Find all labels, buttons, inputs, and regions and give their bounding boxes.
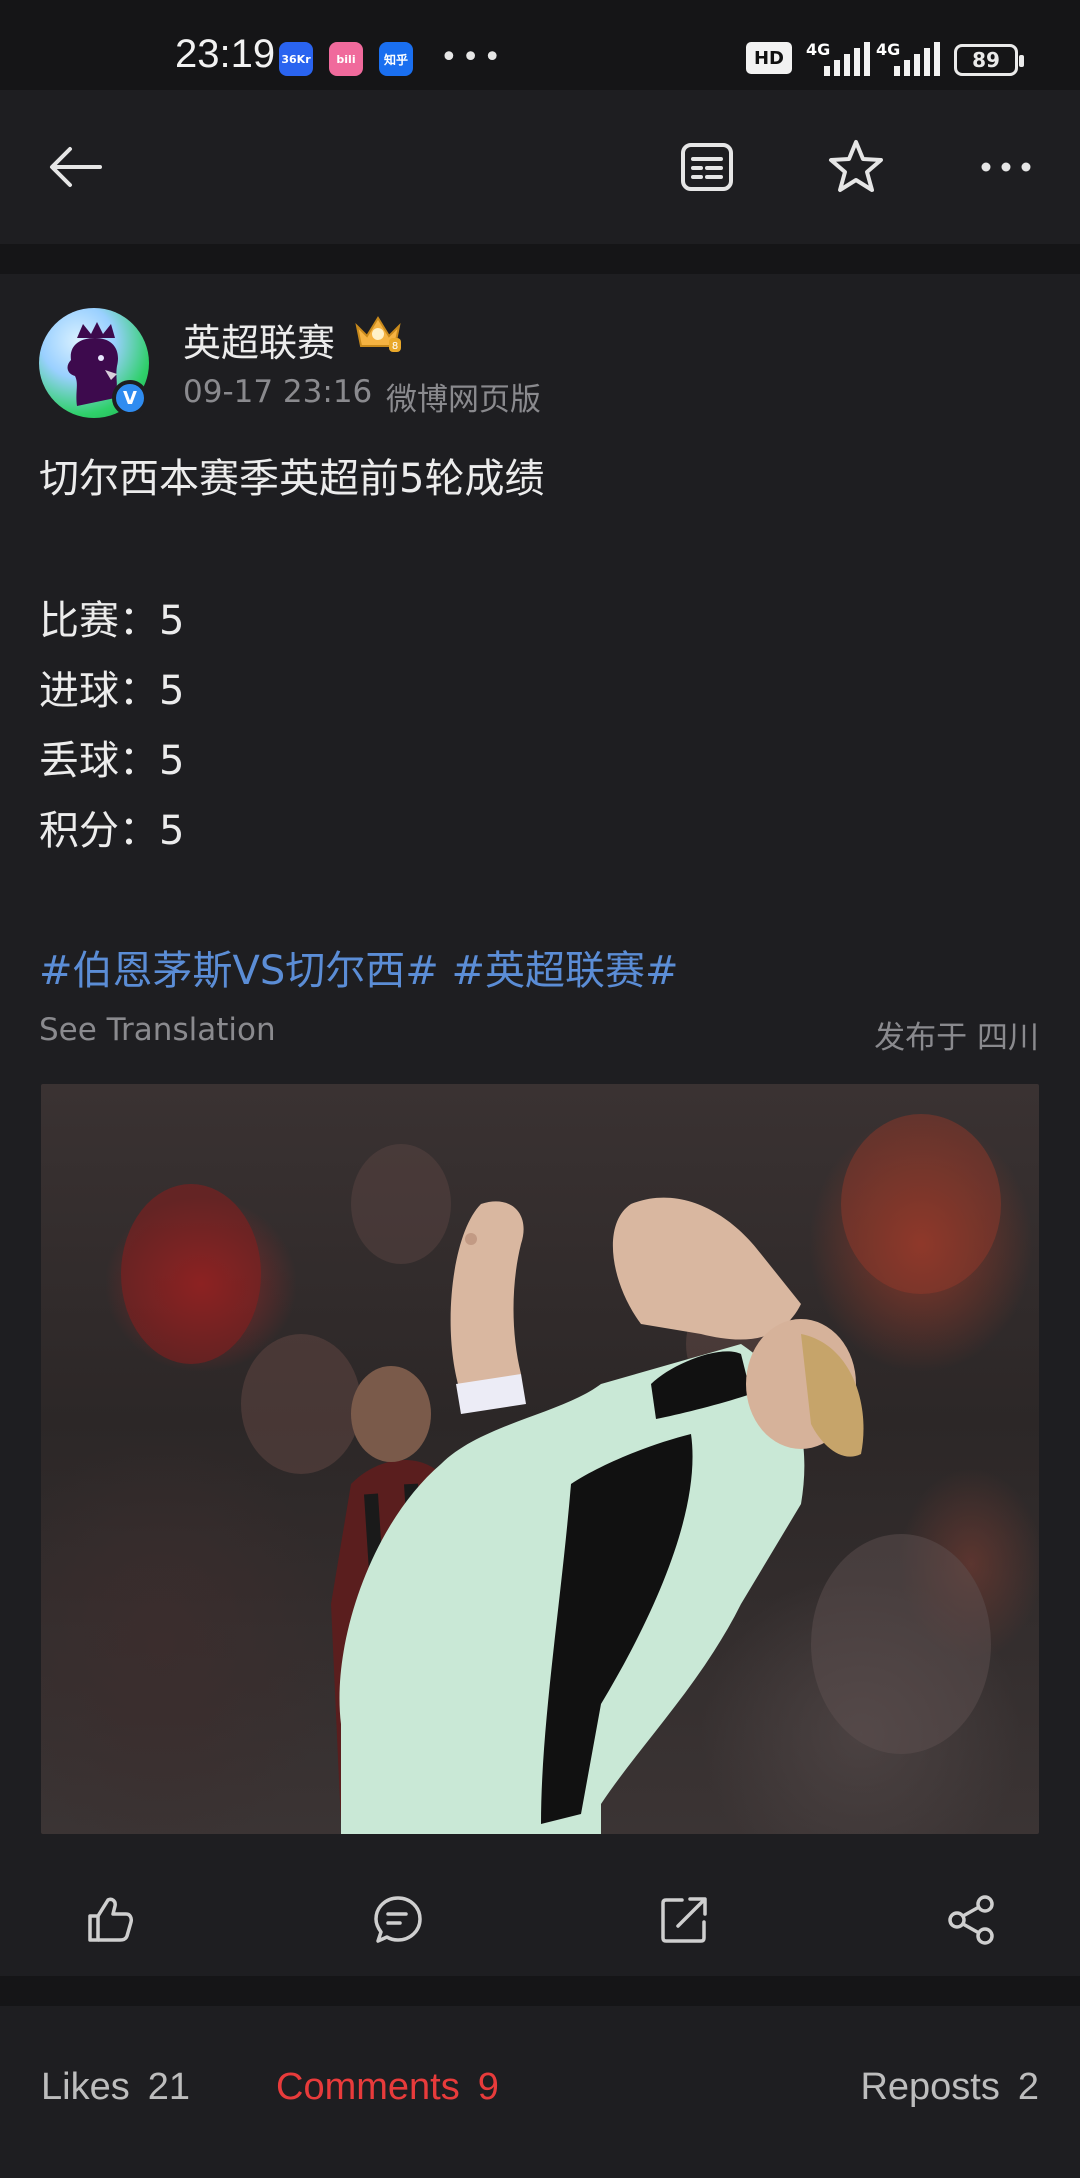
favorite-button[interactable] bbox=[824, 135, 888, 199]
more-options-button[interactable] bbox=[974, 135, 1038, 199]
tab-reposts-count: 2 bbox=[1017, 2066, 1039, 2108]
tab-reposts[interactable]: Reposts 2 bbox=[860, 2066, 1039, 2109]
post-actions-bar bbox=[0, 1868, 1080, 1976]
status-time: 23:19 bbox=[175, 32, 276, 76]
star-icon bbox=[829, 140, 883, 192]
svg-text:8: 8 bbox=[392, 341, 398, 352]
hd-label: HD bbox=[753, 47, 784, 69]
app-bilibili-icon: bili bbox=[329, 42, 363, 76]
thumb-up-icon bbox=[88, 1897, 133, 1942]
tab-reposts-label: Reposts bbox=[860, 2066, 1000, 2108]
back-button[interactable] bbox=[44, 135, 108, 199]
tab-comments-label: Comments bbox=[276, 2066, 460, 2108]
engagement-tabs: Likes 21 Comments 9 Reposts 2 bbox=[0, 2006, 1080, 2178]
post-stat-points: 积分：5 bbox=[39, 808, 185, 854]
post-stat-matches: 比赛：5 bbox=[39, 598, 185, 644]
hd-voice-icon: HD bbox=[746, 42, 792, 74]
repost-icon bbox=[661, 1897, 707, 1943]
tab-likes[interactable]: Likes 21 bbox=[41, 2066, 190, 2109]
comment-icon bbox=[374, 1896, 422, 1943]
post-hashtags[interactable]: #伯恩茅斯VS切尔西# #英超联赛# bbox=[39, 938, 679, 996]
repost-button[interactable] bbox=[652, 1888, 716, 1952]
member-crown-icon[interactable]: 8 bbox=[353, 312, 403, 356]
app-bilibili-label: bili bbox=[336, 52, 356, 66]
post-stat-goals-for: 进球：5 bbox=[39, 668, 185, 714]
share-icon bbox=[948, 1895, 994, 1945]
tab-comments-count: 9 bbox=[477, 2066, 499, 2108]
app-36kr-label: 36Kr bbox=[281, 52, 311, 66]
post-card: V 英超联赛 8 09-17 23:16 微博网页版 切尔西本赛季英超前5轮成绩… bbox=[0, 274, 1080, 1976]
more-horizontal-icon bbox=[981, 162, 1031, 172]
post-title-line: 切尔西本赛季英超前5轮成绩 bbox=[39, 456, 545, 502]
player-photo-illustration bbox=[121, 1114, 1001, 1834]
like-button[interactable] bbox=[78, 1888, 142, 1952]
battery-icon: 89 bbox=[954, 44, 1024, 76]
arrow-left-icon bbox=[50, 147, 102, 187]
app-zhihu-label: 知乎 bbox=[383, 52, 408, 67]
post-source: 微博网页版 bbox=[386, 382, 541, 418]
share-button[interactable] bbox=[939, 1888, 1003, 1952]
article-list-icon bbox=[681, 143, 733, 191]
section-divider-bottom bbox=[0, 1976, 1080, 2006]
post-timestamp: 09-17 23:16 bbox=[183, 374, 373, 410]
status-more-indicator: ••• bbox=[440, 40, 506, 75]
battery-level: 89 bbox=[972, 48, 1000, 72]
top-toolbar bbox=[0, 90, 1080, 244]
comment-button[interactable] bbox=[366, 1888, 430, 1952]
status-bar: 23:19 36Kr bili 知乎 ••• HD 4G 4G 89 bbox=[0, 0, 1080, 90]
app-zhihu-icon: 知乎 bbox=[379, 42, 413, 76]
tab-likes-label: Likes bbox=[41, 2066, 130, 2108]
tab-comments[interactable]: Comments 9 bbox=[276, 2066, 499, 2109]
see-translation-link[interactable]: See Translation bbox=[39, 1012, 276, 1048]
app-36kr-icon: 36Kr bbox=[279, 42, 313, 76]
verified-badge-icon: V bbox=[112, 380, 148, 416]
tab-likes-count: 21 bbox=[147, 2066, 190, 2108]
reader-mode-button[interactable] bbox=[675, 135, 739, 199]
section-divider bbox=[0, 244, 1080, 274]
signal-strength-2-icon bbox=[894, 42, 940, 76]
post-stat-goals-against: 丢球：5 bbox=[39, 738, 185, 784]
author-name[interactable]: 英超联赛 bbox=[183, 312, 335, 367]
published-location: 发布于 四川 bbox=[874, 1020, 1039, 1056]
post-photo[interactable] bbox=[41, 1084, 1039, 1834]
